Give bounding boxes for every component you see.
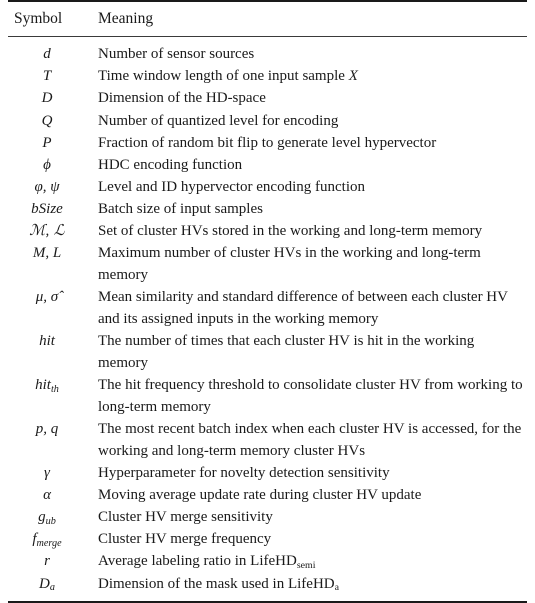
symbol-cell: Da (8, 573, 90, 602)
symbol-cell: gub (8, 506, 90, 528)
symbol-cell: d (43, 46, 51, 63)
meaning-cell: Moving average update rate during cluste… (98, 487, 422, 504)
meaning-cell: Mean similarity and standard difference … (98, 288, 508, 327)
symbol-cell: P (42, 134, 52, 151)
table-row: Da Dimension of the mask used in LifeHDa (8, 573, 527, 602)
meaning-cell: Fraction of random bit flip to generate … (98, 134, 437, 151)
table-row: D Dimension of the HD-space (8, 87, 527, 109)
table-row: Q Number of quantized level for encoding (8, 110, 527, 132)
meaning-text: Dimension of the mask used in LifeHD (98, 575, 335, 592)
symbol-cell: T (42, 68, 52, 85)
symbol-base: g (38, 509, 46, 526)
symbol-cell: D (41, 90, 53, 107)
table-body: d Number of sensor sources T Time window… (8, 37, 527, 601)
table-footer (8, 600, 527, 603)
bottom-rule (8, 600, 527, 603)
symbol-cell: hit (39, 332, 55, 349)
meaning-cell: Time window length of one input sample X (90, 65, 527, 87)
meaning-cell: Hyperparameter for novelty detection sen… (98, 465, 390, 482)
table-row: ℳ, ℒ Set of cluster HVs stored in the wo… (8, 220, 527, 242)
table-row: hit The number of times that each cluste… (8, 330, 527, 374)
table-row: fmerge Cluster HV merge frequency (8, 528, 527, 550)
meaning-cell: Batch size of input samples (98, 200, 263, 217)
meaning-cell: Average labeling ratio in LifeHDsemi (90, 550, 527, 572)
symbol-base: hit (35, 377, 51, 394)
meaning-cell: Dimension of the HD-space (98, 90, 266, 107)
symbol-base: D (39, 575, 50, 592)
symbol-subscript: a (49, 582, 55, 594)
symbol-cell: fmerge (8, 528, 90, 550)
table-row: bSize Batch size of input samples (8, 198, 527, 220)
table-row: r Average labeling ratio in LifeHDsemi (8, 550, 527, 572)
meaning-text: Average labeling ratio in LifeHD (98, 553, 297, 570)
meaning-cell: Number of quantized level for encoding (98, 112, 339, 129)
meaning-cell: The hit frequency threshold to consolida… (98, 377, 523, 416)
meaning-cell: Level and ID hypervector encoding functi… (98, 178, 365, 195)
meaning-cell: Number of sensor sources (98, 46, 255, 63)
symbol-cell: ℳ, ℒ (29, 222, 65, 239)
meaning-cell: Cluster HV merge sensitivity (98, 509, 273, 526)
symbol-cell: r (44, 553, 50, 570)
table-row: ϕ HDC encoding function (8, 154, 527, 176)
column-header-symbol: Symbol (14, 10, 63, 27)
meaning-cell: The number of times that each cluster HV… (98, 332, 475, 372)
symbol-cell: ϕ (43, 156, 51, 173)
notation-table-container: Symbol Meaning d Number of sensor source… (0, 0, 535, 603)
symbol-subscript: ub (45, 516, 56, 528)
meaning-cell: Set of cluster HVs stored in the working… (98, 222, 483, 239)
table-row: d Number of sensor sources (8, 37, 527, 65)
meaning-cell: HDC encoding function (98, 156, 243, 173)
table-row: gub Cluster HV merge sensitivity (8, 506, 527, 528)
meaning-subscript: semi (296, 560, 316, 572)
table-row: φ, ψ Level and ID hypervector encoding f… (8, 176, 527, 198)
symbol-cell: p, q (35, 421, 59, 438)
meaning-text: Time window length of one input sample (98, 68, 349, 85)
notation-table: Symbol Meaning d Number of sensor source… (8, 0, 527, 603)
table-row: T Time window length of one input sample… (8, 65, 527, 87)
symbol-cell: α (43, 487, 51, 504)
table-row: M, L Maximum number of cluster HVs in th… (8, 242, 527, 286)
table-row: p, q The most recent batch index when ea… (8, 418, 527, 462)
symbol-cell: hitth (8, 374, 90, 418)
symbol-subscript: merge (36, 538, 62, 550)
meaning-subscript: a (334, 582, 340, 594)
header-row: Symbol Meaning (8, 2, 527, 37)
table-row: α Moving average update rate during clus… (8, 484, 527, 506)
meaning-cell: The most recent batch index when each cl… (98, 421, 522, 460)
table-row: hitth The hit frequency threshold to con… (8, 374, 527, 418)
variable-x: X (348, 68, 358, 85)
symbol-cell: bSize (31, 200, 63, 217)
symbol-subscript: th (50, 383, 59, 395)
table-header: Symbol Meaning (8, 0, 527, 38)
column-header-meaning: Meaning (98, 10, 154, 27)
symbol-base: f (32, 531, 37, 548)
meaning-cell: Dimension of the mask used in LifeHDa (90, 573, 527, 602)
symbol-cell: φ, ψ (34, 178, 60, 195)
table-row: P Fraction of random bit flip to generat… (8, 132, 527, 154)
table-row: μ, σ̂ Mean similarity and standard diffe… (8, 286, 527, 330)
symbol-cell: γ (44, 465, 50, 482)
meaning-cell: Maximum number of cluster HVs in the wor… (98, 244, 481, 283)
symbol-cell: M, L (32, 244, 62, 261)
table-row: γ Hyperparameter for novelty detection s… (8, 462, 527, 484)
symbol-cell: μ, σ̂ (35, 288, 59, 305)
meaning-cell: Cluster HV merge frequency (98, 531, 272, 548)
symbol-cell: Q (41, 112, 53, 129)
